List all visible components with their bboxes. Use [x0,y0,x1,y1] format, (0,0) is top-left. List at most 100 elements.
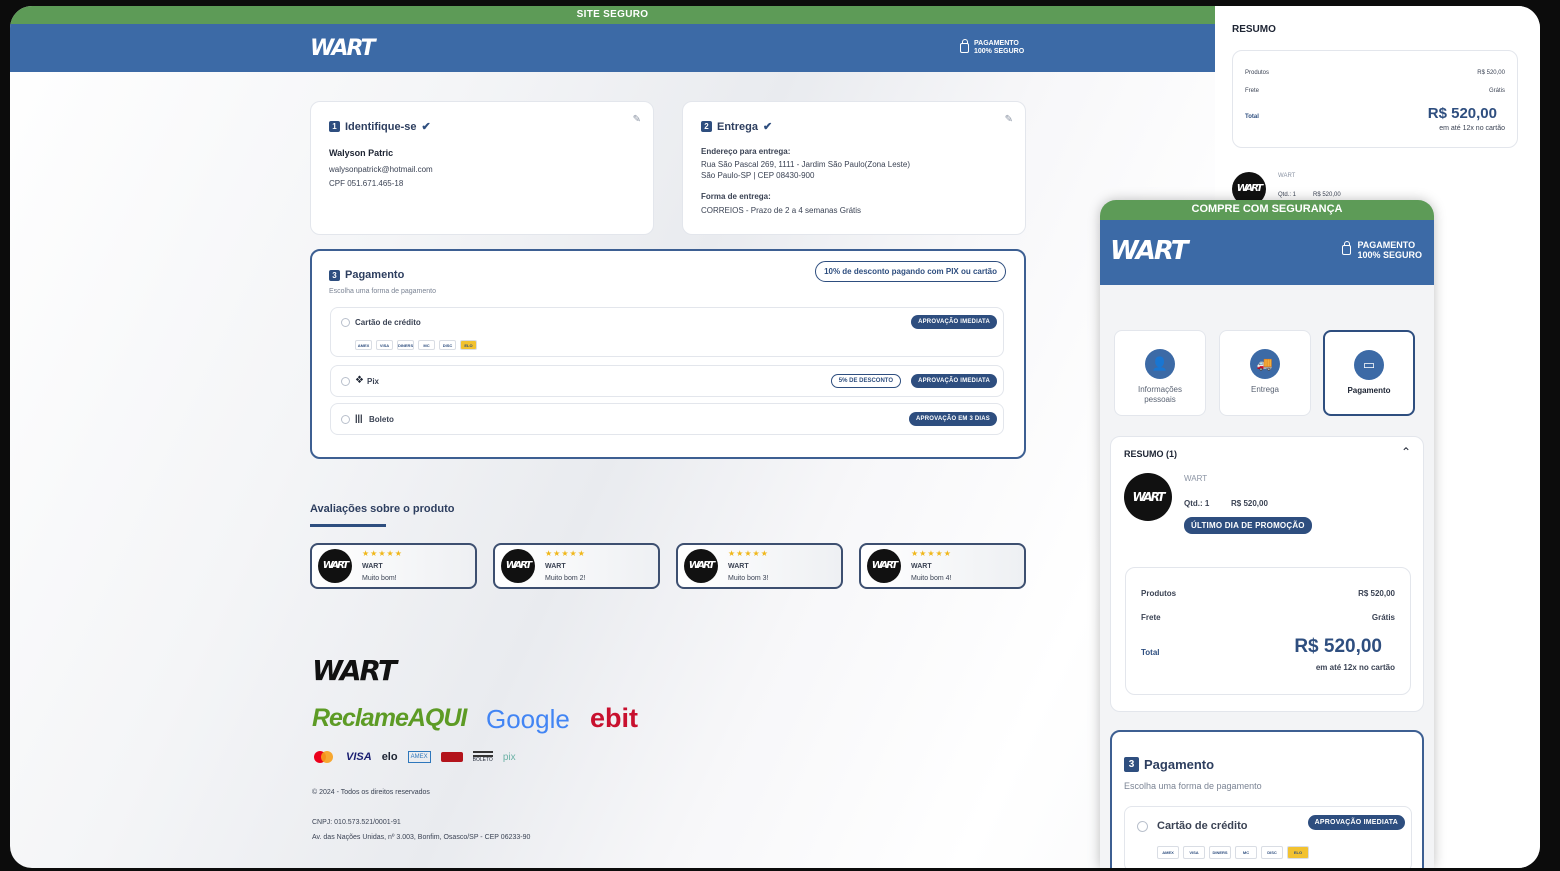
step-delivery[interactable]: 🚚 Entrega [1219,330,1311,416]
payment-title: 3 Pagamento [329,269,404,281]
lock-icon [960,39,969,53]
discover-icon: DISC [1261,846,1283,859]
reclame-aqui-logo: ReclameAQUI [312,704,467,732]
pix-radio[interactable] [341,377,350,386]
mastercard-icon: MC [1235,846,1257,859]
mobile-total: R$ 520,00 [1294,636,1382,657]
lock-icon [1342,241,1352,255]
mobile-secure-bar: COMPRE COM SEGURANÇA [1100,200,1434,220]
review-card: WART ★★★★★ WART Muito bom 3! [676,543,843,589]
pix-icon: pix [502,751,516,763]
truck-icon: 🚚 [1250,349,1280,379]
mobile-logo[interactable]: WART [1110,236,1188,266]
ebit-logo: ebit [590,703,639,733]
summary-totals-card: Produtos R$ 520,00 Frete Grátis Total R$… [1232,50,1518,148]
mobile-credit-approval-badge: APROVAÇÃO IMEDIATA [1307,815,1405,830]
step-personal-info[interactable]: 👤 Informações pessoais [1114,330,1206,416]
identify-title: 1 Identifique-se ✔ [329,120,431,133]
footer-logo[interactable]: WART [312,654,397,687]
google-logo: Google [486,704,570,734]
edit-pencil-icon[interactable]: ✎ [633,114,641,125]
mobile-payment-title: 3 Pagamento [1124,757,1214,772]
mobile-credit-option[interactable]: Cartão de crédito APROVAÇÃO IMEDIATA AME… [1124,806,1412,868]
customer-name: Walyson Patric [329,148,394,158]
header-bar: WART PAGAMENTO 100% SEGURO [10,24,1215,72]
amex-icon: AMEX [355,340,372,350]
mobile-preview: COMPRE COM SEGURANÇA WART PAGAMENTO 100% … [1100,200,1434,868]
promo-badge: ÚLTIMO DIA DE PROMOÇÃO [1184,517,1312,534]
secure-payment-badge: PAGAMENTO 100% SEGURO [960,39,1024,56]
visa-icon: VISA [1183,846,1205,859]
company-address: Av. das Nações Unidas, nº 3.003, Bonfim,… [312,834,531,841]
boleto-icon: BOLETO [472,751,493,763]
copyright: © 2024 - Todos os direitos reservados [312,789,430,796]
discount-badge: 10% de desconto pagando com PIX ou cartã… [815,261,1006,282]
diners-icon: DINERS [1209,846,1231,859]
footer-payment-icons: VISA elo AMEX BOLETO pix [312,750,516,764]
amex-icon: AMEX [1157,846,1179,859]
mastercard-icon [312,750,336,764]
rating-stars: ★★★★★ [911,549,952,558]
mobile-secure-badge: PAGAMENTO 100% SEGURO [1342,240,1422,260]
review-card: WART ★★★★★ WART Muito bom! [310,543,477,589]
review-avatar: WART [318,549,352,583]
review-avatar: WART [684,549,718,583]
mobile-summary-card: RESUMO (1) ⌃ WART WART Qtd.: 1 R$ 520,00… [1110,436,1424,712]
boleto-approval-badge: APROVAÇÃO EM 3 DIAS [908,412,997,426]
delivery-card: 2 Entrega ✔ ✎ Endereço para entrega: Rua… [682,101,1026,235]
pix-approval-badge: APROVAÇÃO IMEDIATA [911,374,997,388]
delivery-title: 2 Entrega ✔ [701,120,772,133]
credit-radio[interactable] [1137,821,1148,832]
mobile-card-brands: AMEX VISA DINERS MC DISC ELO [1157,841,1313,859]
mobile-item-avatar: WART [1124,473,1172,521]
app-screen: SITE SEGURO WART PAGAMENTO 100% SEGURO 1 … [10,6,1540,868]
elo-icon: ELO [460,340,477,350]
credit-card-option[interactable]: Cartão de crédito AMEX VISA DINERS MC DISC EL… [330,307,1004,357]
credit-approval-badge: APROVAÇÃO IMEDIATA [911,315,997,329]
rating-stars: ★★★★★ [362,549,403,558]
check-icon: ✔ [421,121,431,133]
delivery-method: CORREIOS - Prazo de 2 a 4 semanas Grátis [701,206,862,215]
check-icon: ✔ [762,121,773,133]
mobile-totals-card: Produtos R$ 520,00 Frete Grátis Total R$… [1125,567,1411,695]
card-brands: AMEX VISA DINERS MC DISC ELO [355,334,481,352]
chevron-up-icon[interactable]: ⌃ [1401,445,1411,459]
elo-icon: ELO [1287,846,1309,859]
boleto-radio[interactable] [341,415,350,424]
user-icon: 👤 [1145,349,1175,379]
reviews-underline [310,524,386,527]
pix-icon: ❖ [355,375,364,386]
mobile-header: WART PAGAMENTO 100% SEGURO [1100,220,1434,285]
step-payment[interactable]: ▭ Pagamento [1323,330,1415,416]
pix-discount-badge: 5% DE DESCONTO [830,374,901,388]
customer-cpf: CPF 051.671.465-18 [329,179,404,188]
payment-card: 3 Pagamento Escolha uma forma de pagamen… [310,249,1026,459]
rating-stars: ★★★★★ [545,549,586,558]
boleto-option[interactable]: ||| Boleto APROVAÇÃO EM 3 DIAS [330,403,1004,435]
discover-icon: DISC [439,340,456,350]
cnpj: CNPJ: 010.573.521/0001-91 [312,819,401,826]
review-avatar: WART [867,549,901,583]
credit-radio[interactable] [341,318,350,327]
summary-title: RESUMO [1232,24,1276,35]
summary-total: R$ 520,00 [1427,105,1497,122]
mastercard-icon: MC [418,340,435,350]
visa-icon: VISA [346,751,372,763]
diners-icon: DINERS [397,340,414,350]
edit-pencil-icon[interactable]: ✎ [1005,114,1013,125]
pix-option[interactable]: ❖ Pix 5% DE DESCONTO APROVAÇÃO IMEDIATA [330,365,1004,397]
visa-icon: VISA [376,340,393,350]
amex-icon: AMEX [407,751,431,763]
review-card: WART ★★★★★ WART Muito bom 4! [859,543,1026,589]
barcode-icon: ||| [355,413,363,423]
identify-card: 1 Identifique-se ✔ ✎ Walyson Patric waly… [310,101,654,235]
brand-logo[interactable]: WART [310,36,375,61]
review-card: WART ★★★★★ WART Muito bom 2! [493,543,660,589]
hipercard-icon [440,752,463,762]
site-secure-bar: SITE SEGURO [10,6,1215,24]
delivery-address-line2: São Paulo-SP | CEP 08430-900 [701,171,815,180]
customer-email: walysonpatrick@hotmail.com [329,165,433,174]
review-avatar: WART [501,549,535,583]
elo-icon: elo [381,751,398,763]
mobile-payment-card: 3 Pagamento Escolha uma forma de pagamen… [1110,730,1424,868]
